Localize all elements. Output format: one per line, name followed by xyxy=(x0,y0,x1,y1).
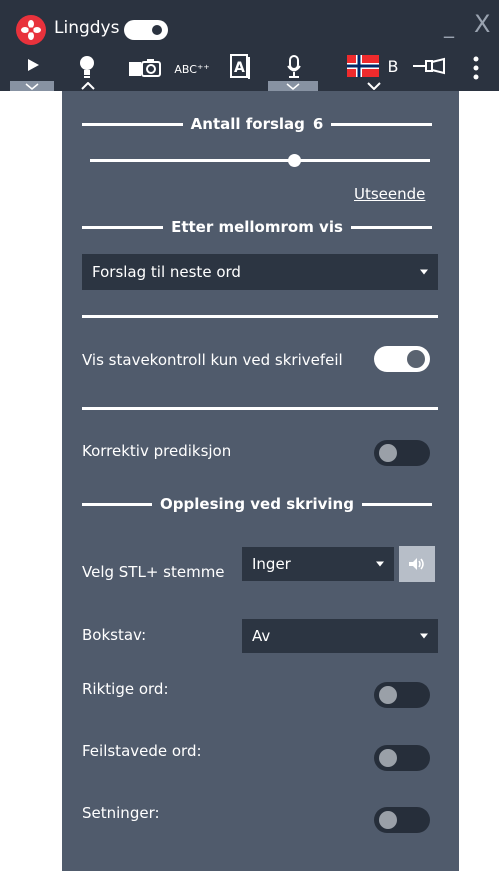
pin-icon[interactable] xyxy=(410,54,452,78)
prediction-lightbulb-icon[interactable] xyxy=(76,54,98,80)
divider xyxy=(82,315,438,318)
toggle-knob xyxy=(379,444,397,462)
lingdys-logo-icon xyxy=(16,15,46,45)
divider xyxy=(361,502,433,506)
spellcheck-abc-text: ABC xyxy=(174,62,197,76)
screenshot-camera-icon[interactable] xyxy=(128,54,162,80)
spellcheck-only-toggle[interactable] xyxy=(374,346,430,372)
microphone-icon[interactable] xyxy=(284,54,304,80)
reading-header: Opplesing ved skriving xyxy=(82,495,433,513)
minimize-button[interactable]: _ xyxy=(444,14,454,38)
reading-label: Opplesing ved skriving xyxy=(160,495,354,513)
sentences-toggle[interactable] xyxy=(374,807,430,833)
chevron-up-icon[interactable] xyxy=(74,81,102,91)
app-enable-toggle[interactable] xyxy=(124,20,168,40)
voice-label: Velg STL+ stemme xyxy=(82,563,225,581)
language-variant-label[interactable]: B xyxy=(386,54,400,78)
letter-label: Bokstav: xyxy=(82,626,147,644)
corrective-prediction-label: Korrektiv prediksjon xyxy=(82,442,232,460)
letter-select[interactable]: Av xyxy=(242,619,438,653)
sentences-label: Setninger: xyxy=(82,804,160,822)
correct-words-toggle[interactable] xyxy=(374,682,430,708)
app-title: Lingdys xyxy=(54,18,120,38)
after-space-header: Etter mellomrom vis xyxy=(82,218,432,236)
play-tab-indicator[interactable] xyxy=(10,81,54,91)
divider xyxy=(331,122,432,126)
toggle-knob xyxy=(407,350,425,368)
toggle-knob xyxy=(152,25,162,35)
spellcheck-only-label: Vis stavekontroll kun ved skrivefeil xyxy=(82,351,343,369)
voice-preview-button[interactable] xyxy=(399,546,435,582)
misspelled-words-label: Feilstavede ord: xyxy=(82,742,202,760)
title-bar: Lingdys _ X ABC ⁺⁺ A B xyxy=(0,0,499,91)
voice-select[interactable]: Inger xyxy=(242,547,394,581)
toggle-knob xyxy=(379,686,397,704)
norwegian-flag-icon[interactable] xyxy=(347,54,379,78)
corrective-prediction-toggle[interactable] xyxy=(374,440,430,466)
spellcheck-abc-icon[interactable]: ABC ⁺⁺ xyxy=(172,58,212,80)
toggle-knob xyxy=(379,811,397,829)
dropdown-caret-icon xyxy=(420,633,428,639)
divider xyxy=(82,225,164,229)
more-options-icon[interactable] xyxy=(469,54,483,82)
dropdown-caret-icon xyxy=(376,561,384,567)
after-space-select[interactable]: Forslag til neste ord xyxy=(82,254,438,290)
suggestions-count: 6 xyxy=(312,115,324,133)
suggestions-label: Antall forslag xyxy=(190,115,305,133)
dictionary-icon[interactable]: A xyxy=(228,54,252,80)
letter-value: Av xyxy=(252,627,271,645)
toggle-knob xyxy=(379,749,397,767)
misspelled-words-toggle[interactable] xyxy=(374,745,430,771)
divider xyxy=(350,225,432,229)
svg-text:A: A xyxy=(234,60,245,76)
divider xyxy=(82,407,438,410)
suggestions-slider[interactable] xyxy=(90,159,430,162)
speaker-icon xyxy=(409,558,424,570)
divider xyxy=(82,502,153,506)
play-icon[interactable] xyxy=(22,54,44,76)
dropdown-caret-icon xyxy=(420,269,428,275)
suggestions-header: Antall forslag 6 xyxy=(82,115,432,133)
correct-words-label: Riktige ord: xyxy=(82,680,169,698)
suggestions-slider-thumb[interactable] xyxy=(288,154,301,167)
chevron-down-icon[interactable] xyxy=(362,81,386,91)
after-space-label: Etter mellomrom vis xyxy=(171,218,343,236)
divider xyxy=(82,122,183,126)
close-button[interactable]: X xyxy=(474,10,490,38)
sparkle-icon: ⁺⁺ xyxy=(196,62,210,76)
voice-value: Inger xyxy=(252,555,291,573)
appearance-link[interactable]: Utseende xyxy=(354,185,425,203)
microphone-tab-indicator[interactable] xyxy=(268,81,318,91)
after-space-value: Forslag til neste ord xyxy=(92,263,241,281)
prediction-settings-panel: Antall forslag 6 Utseende Etter mellomro… xyxy=(62,91,459,871)
